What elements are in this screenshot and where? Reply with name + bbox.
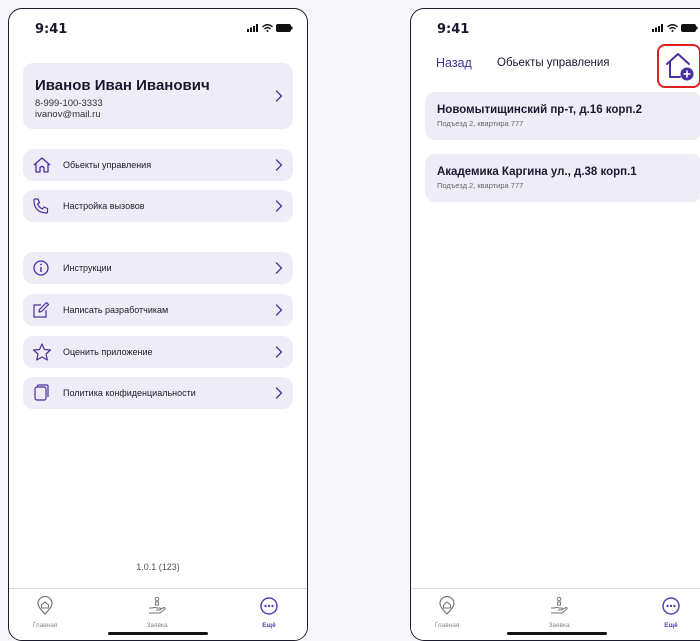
tab-request[interactable]: Заявка: [529, 596, 589, 629]
menu-item-label: Обьекты управления: [63, 160, 152, 170]
status-time: 9:41: [35, 22, 68, 37]
edit-icon: [33, 301, 50, 318]
tab-home[interactable]: Главная: [15, 595, 75, 629]
object-item[interactable]: Новомытищинский пр-т, д.16 корп.2 Подъез…: [425, 92, 700, 140]
chevron-right-icon: [275, 346, 283, 358]
phone-screen-more: 9:41 Иванов Иван Иванович 8-999-100-3333…: [8, 8, 308, 641]
tab-label: Главная: [434, 622, 460, 629]
object-title: Новомытищинский пр-т, д.16 корп.2: [437, 104, 642, 116]
tab-more[interactable]: Ещё: [641, 596, 700, 629]
menu-item-label: Инструкции: [63, 263, 112, 273]
object-subtitle: Подъезд 2, квартира 777: [437, 181, 524, 190]
signal-icon: [247, 24, 258, 32]
object-subtitle: Подъезд 2, квартира 777: [437, 119, 524, 128]
tab-more[interactable]: Ещё: [239, 596, 299, 629]
house-location-icon: [37, 595, 53, 615]
chevron-right-icon: [275, 90, 283, 102]
menu-item-label: Оценить приложение: [63, 347, 153, 357]
back-button[interactable]: Назад: [436, 56, 472, 70]
house-location-icon: [439, 595, 455, 615]
add-object-button[interactable]: [657, 44, 700, 88]
app-version: 1.0.1 (123): [136, 562, 180, 572]
chevron-right-icon: [275, 200, 283, 212]
house-add-icon: [666, 53, 694, 81]
tab-request[interactable]: Заявка: [127, 596, 187, 629]
profile-card[interactable]: Иванов Иван Иванович 8-999-100-3333 ivan…: [23, 63, 293, 129]
wifi-icon: [667, 24, 678, 32]
hand-request-icon: [551, 596, 568, 614]
info-icon: [33, 260, 49, 276]
tab-home[interactable]: Главная: [417, 595, 477, 629]
profile-phone: 8-999-100-3333: [35, 98, 103, 109]
menu-item-calls[interactable]: Настройка вызовов: [23, 190, 293, 222]
star-icon: [32, 343, 52, 361]
wifi-icon: [262, 24, 273, 32]
profile-name: Иванов Иван Иванович: [35, 77, 210, 94]
chevron-right-icon: [275, 159, 283, 171]
chevron-right-icon: [275, 387, 283, 399]
menu-item-objects[interactable]: Обьекты управления: [23, 149, 293, 181]
menu-item-instructions[interactable]: Инструкции: [23, 252, 293, 284]
phone-screen-objects: 9:41 Назад Обьекты управления Новомытищи…: [410, 8, 700, 641]
status-time: 9:41: [437, 22, 470, 37]
chevron-right-icon: [275, 262, 283, 274]
object-title: Академика Каргина ул., д.38 корп.1: [437, 166, 637, 178]
tab-label: Ещё: [262, 622, 276, 629]
signal-icon: [652, 24, 663, 32]
more-dots-icon: [260, 597, 278, 615]
menu-item-label: Написать разработчикам: [63, 305, 169, 315]
tab-bar: Главная Заявка Ещё: [9, 588, 307, 640]
tab-bar: Главная Заявка Ещё: [411, 588, 700, 640]
menu-item-privacy[interactable]: Политика конфиденциальности: [23, 377, 293, 409]
menu-item-write-developers[interactable]: Написать разработчикам: [23, 294, 293, 326]
menu-item-label: Настройка вызовов: [63, 201, 145, 211]
chevron-right-icon: [275, 304, 283, 316]
tab-label: Главная: [32, 622, 58, 629]
battery-icon: [276, 24, 293, 32]
battery-icon: [681, 24, 698, 32]
menu-item-rate-app[interactable]: Оценить приложение: [23, 336, 293, 368]
home-indicator: [506, 632, 607, 635]
object-item[interactable]: Академика Каргина ул., д.38 корп.1 Подъе…: [425, 154, 700, 202]
tab-label: Заявка: [146, 622, 168, 629]
tab-label: Заявка: [548, 622, 570, 629]
status-bar: 9:41: [9, 9, 307, 45]
phone-icon: [33, 198, 49, 214]
menu-item-label: Политика конфиденциальности: [63, 388, 196, 398]
page-title: Обьекты управления: [497, 57, 610, 69]
profile-email: ivanov@mail.ru: [35, 109, 101, 120]
status-bar: 9:41: [411, 9, 700, 45]
more-dots-icon: [662, 597, 680, 615]
house-icon: [33, 157, 51, 173]
tab-label: Ещё: [664, 622, 678, 629]
document-icon: [34, 384, 49, 401]
home-indicator: [108, 632, 208, 635]
hand-request-icon: [149, 596, 166, 614]
